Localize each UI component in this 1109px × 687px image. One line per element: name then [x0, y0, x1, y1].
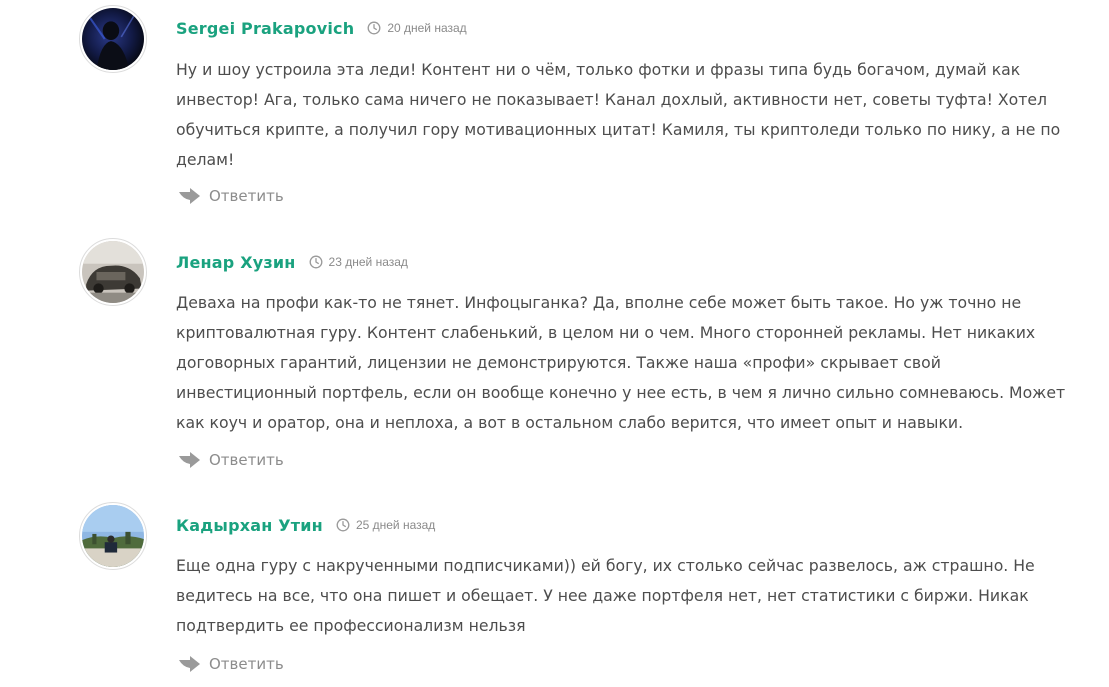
- clock-icon: [367, 21, 381, 35]
- reply-label: Ответить: [209, 451, 284, 469]
- comment-text: Ну и шоу устроила эта леди! Контент ни о…: [176, 60, 1061, 169]
- clock-icon: [309, 255, 322, 269]
- clock-icon: [336, 518, 350, 532]
- comment-date-text: 20 дней назад: [387, 21, 467, 35]
- comment-date: 20 дней назад: [367, 21, 467, 35]
- avatar[interactable]: [79, 5, 147, 73]
- reply-label: Ответить: [209, 655, 284, 673]
- reply-button[interactable]: Ответить: [178, 655, 284, 673]
- comment-text: Еще одна гуру с накрученными подписчикам…: [176, 556, 1035, 635]
- comment-date-text: 23 дней назад: [328, 255, 408, 269]
- reply-button[interactable]: Ответить: [178, 451, 284, 469]
- author-name[interactable]: Sergei Prakapovich: [176, 19, 354, 38]
- comment-meta: Кадырхан Утин 25 дней назад: [176, 513, 435, 537]
- avatar[interactable]: [79, 502, 147, 570]
- reply-arrow-icon: [179, 656, 200, 672]
- comment-meta: Sergei Prakapovich 20 дней назад: [176, 16, 467, 40]
- comment-date: 23 дней назад: [309, 255, 408, 269]
- author-name[interactable]: Ленар Хузин: [176, 253, 296, 272]
- reply-arrow-icon: [179, 452, 200, 468]
- comment-text: Деваха на профи как-то не тянет. Инфоцыг…: [176, 293, 1066, 432]
- avatar-landscape-photo-icon: [82, 505, 144, 567]
- author-name[interactable]: Кадырхан Утин: [176, 516, 323, 535]
- reply-button[interactable]: Ответить: [178, 187, 284, 205]
- comment-meta: Ленар Хузин 23 дней назад: [176, 250, 408, 274]
- avatar[interactable]: [79, 238, 147, 306]
- avatar-dark-figure-icon: [82, 8, 144, 70]
- reply-label: Ответить: [209, 187, 284, 205]
- comment-date: 25 дней назад: [336, 518, 435, 532]
- comment-date-text: 25 дней назад: [355, 518, 436, 532]
- avatar-car-photo-icon: [82, 241, 144, 303]
- reply-arrow-icon: [179, 188, 200, 204]
